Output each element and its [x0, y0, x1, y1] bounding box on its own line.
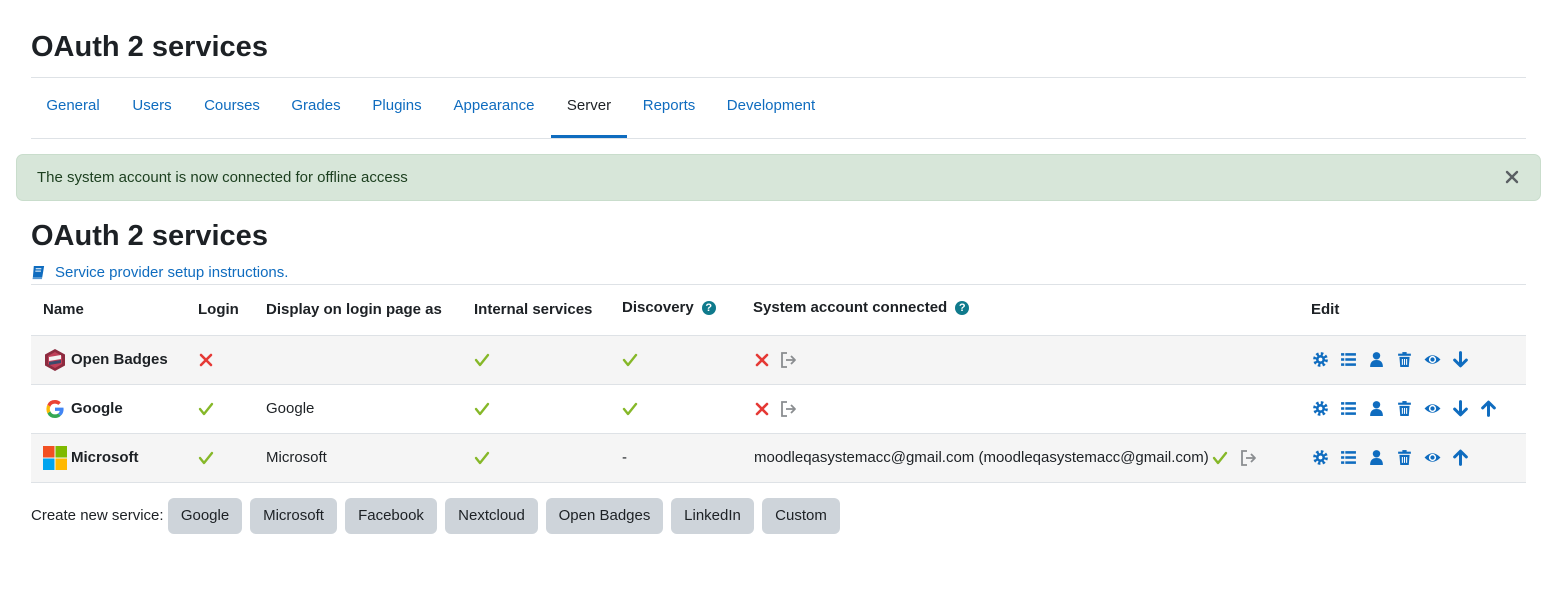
header-discovery: Discovery? — [622, 285, 716, 331]
eye-icon[interactable] — [1424, 449, 1441, 466]
header-display: Display on login page as — [266, 301, 442, 318]
check-icon — [474, 353, 490, 367]
service-name: Google — [71, 400, 123, 417]
tab-development[interactable]: Development — [711, 78, 831, 135]
create-label: Create new service: — [31, 507, 164, 524]
create-open-badges-button[interactable]: Open Badges — [546, 498, 663, 534]
create-facebook-button[interactable]: Facebook — [345, 498, 437, 534]
tab-reports[interactable]: Reports — [631, 78, 707, 135]
arrow-down-icon[interactable] — [1452, 351, 1469, 368]
microsoft-logo — [43, 446, 67, 470]
create-microsoft-button[interactable]: Microsoft — [250, 498, 337, 534]
trash-icon[interactable] — [1396, 400, 1413, 417]
table-row: Microsoft Microsoft - moodleqasystemacc@… — [31, 434, 1526, 483]
gear-icon[interactable] — [1312, 449, 1329, 466]
table-header: Name Login Display on login page as Inte… — [31, 284, 1526, 337]
google-logo — [46, 400, 64, 418]
discovery-value: - — [622, 449, 627, 466]
display-name: Google — [266, 400, 315, 417]
create-custom-button[interactable]: Custom — [762, 498, 840, 534]
header-system-account-label: System account connected — [753, 299, 948, 316]
sign-in-icon[interactable] — [1240, 449, 1258, 467]
sign-in-icon[interactable] — [780, 400, 798, 418]
arrow-down-icon[interactable] — [1452, 400, 1469, 417]
service-name: Open Badges — [71, 351, 168, 368]
help-icon[interactable]: ? — [701, 301, 716, 315]
tab-plugins[interactable]: Plugins — [359, 78, 435, 135]
arrow-up-icon[interactable] — [1480, 400, 1497, 417]
setup-link-label: Service provider setup instructions. — [55, 264, 289, 281]
check-icon — [198, 451, 214, 465]
open-badges-logo — [45, 349, 65, 371]
system-account-email: moodleqasystemacc@gmail.com (moodleqasys… — [754, 449, 1209, 466]
page-title: OAuth 2 services — [31, 31, 268, 63]
arrow-up-icon[interactable] — [1452, 449, 1469, 466]
check-icon — [474, 451, 490, 465]
list-icon[interactable] — [1340, 449, 1357, 466]
eye-icon[interactable] — [1424, 400, 1441, 417]
header-name: Name — [43, 301, 84, 318]
service-name: Microsoft — [71, 449, 139, 466]
create-nextcloud-button[interactable]: Nextcloud — [445, 498, 538, 534]
trash-icon[interactable] — [1396, 351, 1413, 368]
check-icon — [1212, 451, 1228, 465]
cross-icon — [755, 402, 769, 416]
tab-server[interactable]: Server — [551, 78, 627, 138]
book-icon — [32, 265, 45, 280]
cross-icon — [755, 353, 769, 367]
header-discovery-label: Discovery — [622, 299, 694, 316]
help-icon[interactable]: ? — [955, 301, 970, 315]
header-system-account: System account connected? — [753, 285, 970, 331]
eye-icon[interactable] — [1424, 351, 1441, 368]
check-icon — [198, 402, 214, 416]
header-internal: Internal services — [474, 301, 593, 318]
header-login: Login — [198, 301, 239, 318]
tab-appearance[interactable]: Appearance — [439, 78, 549, 135]
section-title: OAuth 2 services — [31, 220, 268, 252]
tab-general[interactable]: General — [31, 78, 115, 135]
tab-users[interactable]: Users — [117, 78, 187, 135]
check-icon — [622, 402, 638, 416]
display-name: Microsoft — [266, 449, 327, 466]
header-edit: Edit — [1311, 301, 1340, 318]
gear-icon[interactable] — [1312, 351, 1329, 368]
tab-grades[interactable]: Grades — [277, 78, 355, 135]
cross-icon — [199, 353, 213, 367]
list-icon[interactable] — [1340, 400, 1357, 417]
trash-icon[interactable] — [1396, 449, 1413, 466]
user-icon[interactable] — [1368, 400, 1385, 417]
create-google-button[interactable]: Google — [168, 498, 242, 534]
success-alert: The system account is now connected for … — [16, 154, 1541, 201]
list-icon[interactable] — [1340, 351, 1357, 368]
user-icon[interactable] — [1368, 351, 1385, 368]
check-icon — [474, 402, 490, 416]
table-row: Google Google — [31, 385, 1526, 434]
create-linkedin-button[interactable]: LinkedIn — [671, 498, 754, 534]
alert-message: The system account is now connected for … — [37, 169, 408, 186]
admin-tabs: General Users Courses Grades Plugins App… — [31, 78, 1526, 139]
sign-in-icon[interactable] — [780, 351, 798, 369]
check-icon — [622, 353, 638, 367]
close-icon[interactable] — [1502, 167, 1522, 187]
gear-icon[interactable] — [1312, 400, 1329, 417]
user-icon[interactable] — [1368, 449, 1385, 466]
tab-courses[interactable]: Courses — [191, 78, 273, 135]
table-row: Open Badges — [31, 336, 1526, 385]
